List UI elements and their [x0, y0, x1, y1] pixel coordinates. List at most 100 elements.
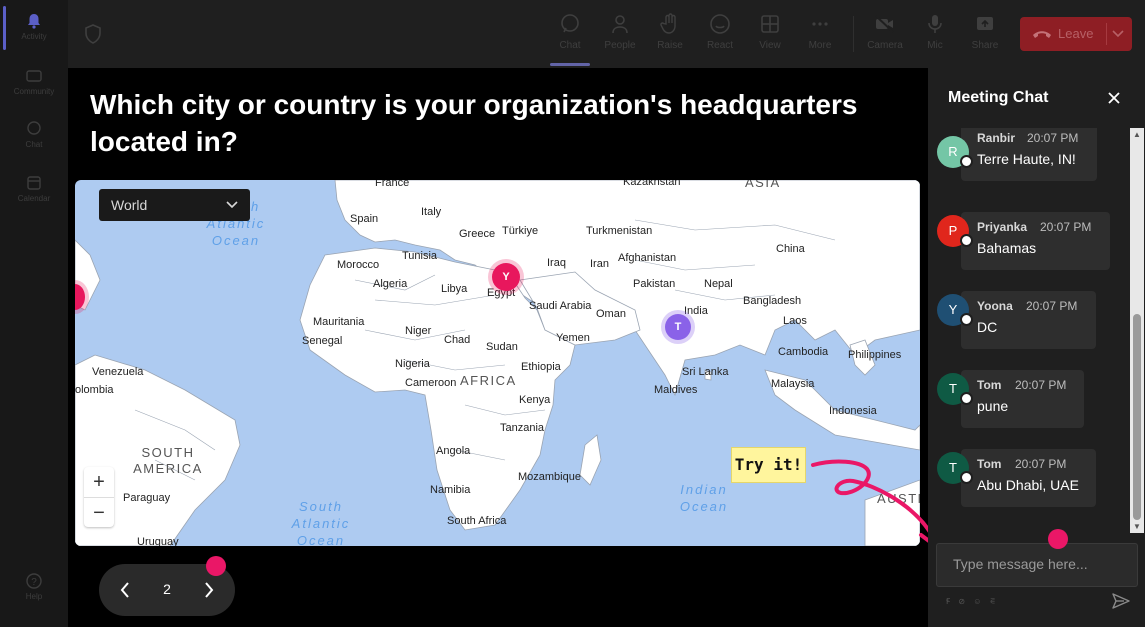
scroll-down-icon[interactable]: ▼: [1133, 522, 1141, 531]
try-it-note: Try it!: [731, 447, 806, 483]
message-author: Priyanka: [977, 220, 1028, 234]
map-label: Iran: [590, 258, 609, 270]
rail-item-label: Help: [25, 592, 43, 601]
scroll-up-icon[interactable]: ▲: [1133, 130, 1141, 139]
map-label: Turkmenistan: [586, 225, 653, 237]
chat-icon: [27, 121, 41, 135]
presence-dot: [960, 234, 973, 247]
phone-hangup-icon: [1033, 31, 1051, 38]
presence-dot: [960, 471, 973, 484]
rail-item-help[interactable]: ? Help: [0, 572, 68, 601]
chat-icon: [561, 14, 579, 33]
calendar-icon: [27, 176, 41, 190]
send-icon[interactable]: [1112, 593, 1130, 609]
close-icon[interactable]: [1106, 90, 1122, 106]
map-label: Cambodia: [778, 346, 829, 358]
rail-item-label: Chat: [25, 140, 43, 149]
map-label: Malaysia: [771, 378, 815, 390]
presence-dot: [960, 392, 973, 405]
map-label: Oman: [596, 308, 626, 320]
message-time: 20:07 PM: [1027, 131, 1079, 145]
message-time: 20:07 PM: [1040, 220, 1092, 234]
svg-text:?: ?: [31, 577, 37, 588]
map-label: Tanzania: [500, 422, 545, 434]
map-label: France: [375, 180, 410, 189]
toolbar-button-label: Camera: [867, 40, 903, 51]
map-label: Türkiye: [502, 225, 539, 237]
chat-compose-box: [936, 543, 1138, 587]
map-label: Maldives: [654, 384, 698, 396]
format-toolbar[interactable]: Ꞙ ⊘ ☺ ⋷: [946, 596, 998, 607]
map-label: Sri Lanka: [682, 366, 729, 378]
map-label: Nepal: [704, 278, 733, 290]
chat-panel-title: Meeting Chat: [948, 89, 1049, 106]
rail-item-activity[interactable]: Activity: [0, 12, 68, 41]
toolbar-share-button[interactable]: Share: [963, 8, 1007, 62]
map-label: Chad: [444, 334, 471, 346]
map-label: South Africa: [447, 515, 507, 527]
chat-message-list: Ranbir 20:07 PM Terre Haute, IN! R Priya…: [928, 128, 1130, 533]
chat-message-input[interactable]: [937, 544, 1137, 584]
map-label: India: [684, 305, 708, 317]
region-select[interactable]: World: [99, 189, 250, 221]
grid-icon: [761, 15, 779, 33]
toolbar-more-button[interactable]: More: [798, 8, 842, 62]
map-label: Kazakhstan: [623, 180, 681, 188]
map-pin[interactable]: Y: [492, 263, 520, 291]
toolbar-mic-button[interactable]: Mic: [913, 8, 957, 62]
map-label: ASIA: [745, 180, 781, 190]
leave-button[interactable]: Leave: [1020, 17, 1132, 51]
rail-item-calendar[interactable]: Calendar: [0, 174, 68, 203]
toolbar-camera-button[interactable]: Camera: [863, 8, 907, 62]
toolbar-view-button[interactable]: View: [748, 8, 792, 62]
highlight-dot: [1048, 529, 1068, 549]
map-label: China: [776, 243, 805, 255]
chevron-left-icon[interactable]: [119, 581, 131, 599]
map-label: Nigeria: [395, 358, 430, 370]
map-label: Iraq: [547, 257, 566, 269]
toolbar-chat-button[interactable]: Chat: [548, 8, 592, 62]
toolbar-react-button[interactable]: React: [698, 8, 742, 62]
message-text: Terre Haute, IN!: [977, 151, 1076, 167]
leave-divider: [1106, 23, 1107, 45]
toolbar-people-button[interactable]: People: [598, 8, 642, 62]
map-label: Paraguay: [123, 492, 171, 504]
rail-item-community[interactable]: Community: [0, 67, 68, 96]
chat-scrollbar[interactable]: ▲ ▼: [1130, 128, 1144, 533]
map-label: Niger: [405, 325, 432, 337]
chevron-right-icon[interactable]: [203, 581, 215, 599]
shield-icon[interactable]: [84, 24, 102, 44]
bell-icon: [28, 14, 40, 29]
toolbar-button-label: People: [604, 40, 636, 51]
map-label: Venezuela: [92, 366, 144, 378]
map-pin[interactable]: T: [665, 314, 691, 340]
rail-item-label: Community: [13, 87, 55, 96]
pin-letter: Y: [502, 271, 510, 283]
map-label: Mauritania: [313, 316, 365, 328]
chevron-down-icon[interactable]: [1112, 30, 1124, 38]
page-number: 2: [163, 581, 171, 597]
map-label: Indonesia: [829, 405, 877, 417]
toolbar-button-label: Chat: [559, 40, 581, 51]
map-label: Spain: [350, 213, 379, 225]
message-author: Tom: [977, 378, 1002, 392]
rail-item-chat[interactable]: Chat: [0, 120, 68, 149]
presence-dot: [960, 313, 973, 326]
mic-icon: [928, 15, 942, 33]
toolbar-button-label: Raise: [657, 40, 683, 51]
world-map[interactable]: France Kazakhstan ASIA Spain Italy Greec…: [75, 180, 920, 546]
message-text: Abu Dhabi, UAE: [977, 477, 1079, 493]
zoom-out-button[interactable]: −: [84, 498, 114, 528]
map-label: AFRICA: [460, 373, 517, 388]
people-icon: [612, 15, 628, 34]
map-label: Morocco: [337, 259, 380, 271]
leave-label: Leave: [1058, 26, 1094, 41]
scrollbar-thumb[interactable]: [1133, 314, 1141, 520]
toolbar-button-label: Share: [971, 40, 999, 51]
message-bubble: Yoona 20:07 PM DC: [961, 291, 1096, 349]
map-label: Saudi Arabia: [529, 300, 592, 312]
region-select-value: World: [111, 197, 148, 213]
zoom-in-button[interactable]: +: [84, 467, 114, 497]
toolbar-raise-button[interactable]: Raise: [648, 8, 692, 62]
chevron-down-icon: [226, 201, 238, 209]
